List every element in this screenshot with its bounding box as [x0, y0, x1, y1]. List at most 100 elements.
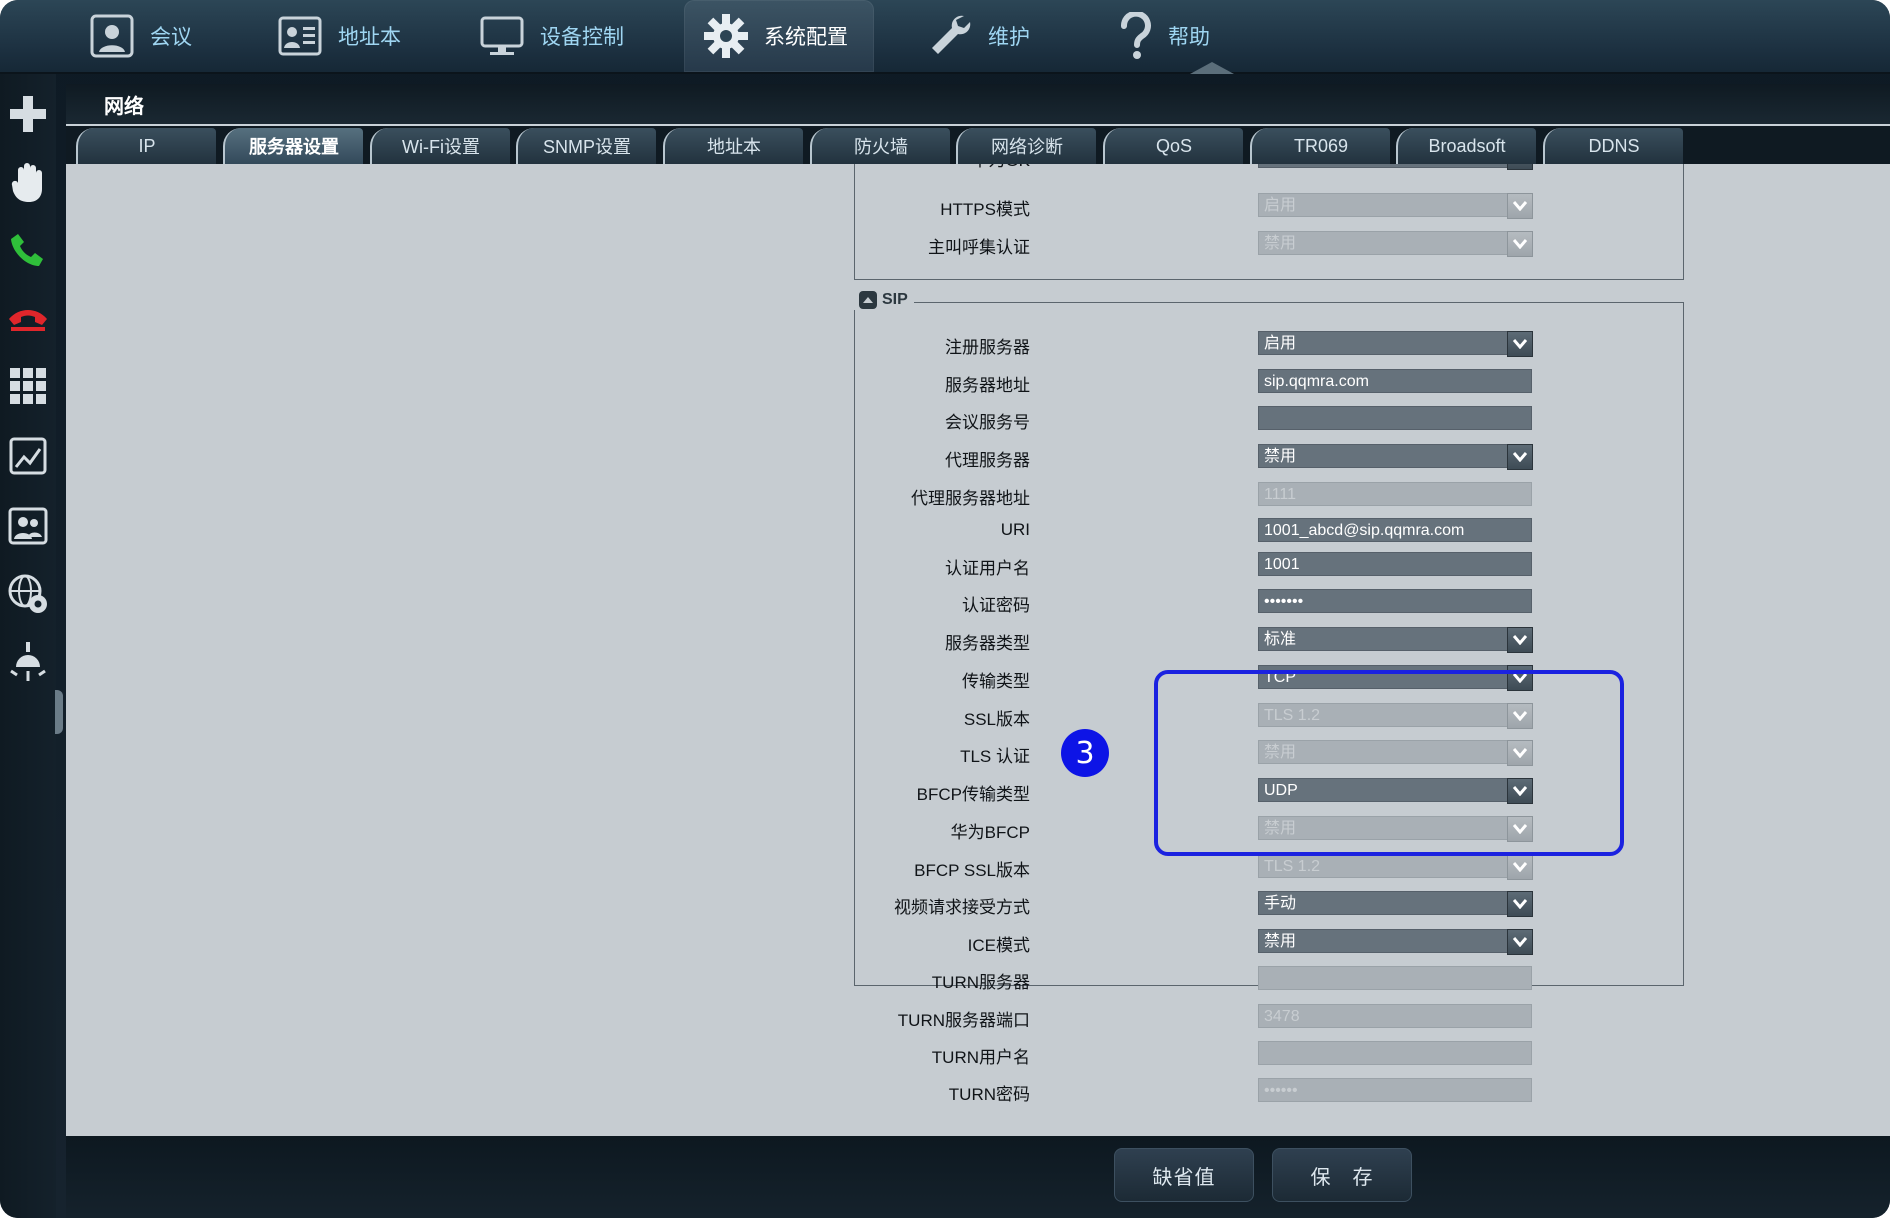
- dropdown-button: [1507, 854, 1533, 880]
- setting-value: sip.qqmra.com: [1264, 373, 1369, 390]
- setting-value: 启用: [1264, 335, 1297, 352]
- tab-tr069[interactable]: TR069: [1250, 128, 1390, 164]
- sidebar-add[interactable]: [6, 92, 50, 136]
- chevron-down-icon: [1513, 201, 1527, 211]
- setting-label: TURN服务器端口: [897, 1011, 1030, 1030]
- grid-icon: [10, 368, 46, 404]
- nav-label: 会议: [150, 26, 192, 49]
- nav-maintenance[interactable]: 维护: [926, 0, 1030, 72]
- setting-value: 禁用: [1264, 164, 1296, 165]
- plus-icon: [10, 96, 46, 132]
- sidebar-collapse-handle[interactable]: [55, 690, 63, 734]
- setting-row: 服务器地址 sip.qqmra.com: [66, 369, 1890, 395]
- setting-label: BFCP SSL版本: [914, 861, 1030, 880]
- sidebar-contacts[interactable]: [6, 504, 50, 548]
- setting-label: TLS 认证: [960, 747, 1030, 766]
- setting-select[interactable]: 启用: [1258, 331, 1533, 357]
- setting-label: ICE模式: [967, 936, 1030, 955]
- dropdown-button[interactable]: [1507, 331, 1533, 357]
- dropdown-button[interactable]: [1507, 929, 1533, 955]
- setting-value: 3478: [1264, 1008, 1300, 1025]
- page-header: 网络: [66, 84, 1890, 124]
- dropdown-button[interactable]: [1507, 444, 1533, 470]
- setting-select: 启用: [1258, 193, 1533, 219]
- dropdown-button[interactable]: [1507, 164, 1533, 170]
- nav-label: 地址本: [338, 26, 401, 49]
- contact-card-icon: [90, 14, 134, 58]
- setting-value: 1111: [1264, 486, 1297, 503]
- setting-input[interactable]: [1258, 406, 1532, 430]
- setting-select[interactable]: 禁用: [1258, 444, 1533, 470]
- setting-select[interactable]: 标准: [1258, 627, 1533, 653]
- default-button[interactable]: 缺省值: [1114, 1148, 1254, 1202]
- globe-settings-icon: [8, 574, 47, 613]
- setting-row: URI 1001_abcd@sip.qqmra.com: [66, 518, 1890, 544]
- sip-legend-label: SIP: [882, 291, 908, 308]
- setting-label: 会议服务号: [945, 413, 1030, 432]
- sidebar-network-settings[interactable]: [6, 572, 50, 616]
- setting-value: ••••••: [1264, 1082, 1298, 1099]
- nav-label: 维护: [988, 26, 1030, 49]
- setting-label: 服务器类型: [945, 634, 1030, 653]
- setting-input: 1111: [1258, 482, 1532, 506]
- sidebar-hand[interactable]: [6, 160, 50, 204]
- top-navigation: 会议 地址本 设备控制 系统配置 维护 帮助: [0, 0, 1890, 74]
- setting-row: 主叫呼集认证 禁用: [66, 231, 1890, 257]
- nav-system-config[interactable]: 系统配置: [684, 0, 874, 72]
- tab-address-book[interactable]: 地址本: [663, 128, 803, 164]
- sidebar-stats[interactable]: [6, 434, 50, 478]
- tab-network-diagnostics[interactable]: 网络诊断: [956, 128, 1096, 164]
- monitor-icon: [480, 16, 524, 55]
- dropdown-button[interactable]: [1507, 627, 1533, 653]
- sip-section-legend[interactable]: SIP: [852, 290, 914, 310]
- tab-snmp[interactable]: SNMP设置: [516, 128, 656, 164]
- setting-label: 代理服务器地址: [911, 489, 1030, 508]
- dropdown-button[interactable]: [1507, 891, 1533, 917]
- nav-device-control[interactable]: 设备控制: [478, 0, 624, 72]
- settings-content[interactable]: SIP 华为GK禁用HTTPS模式启用主叫呼集认证禁用注册服务器启用服务器地址s…: [66, 164, 1890, 1136]
- nav-meeting[interactable]: 会议: [88, 0, 192, 72]
- gear-icon: [704, 14, 748, 58]
- address-book-icon: [278, 16, 322, 56]
- setting-input[interactable]: •••••••: [1258, 589, 1532, 613]
- setting-value: 1001: [1264, 556, 1300, 573]
- setting-row: 视频请求接受方式 手动: [66, 891, 1890, 917]
- setting-input[interactable]: 1001_abcd@sip.qqmra.com: [1258, 518, 1532, 542]
- sidebar-light[interactable]: [6, 640, 50, 684]
- tab-firewall[interactable]: 防火墙: [810, 128, 950, 164]
- setting-row: 注册服务器 启用: [66, 331, 1890, 357]
- tab-ddns[interactable]: DDNS: [1543, 128, 1683, 164]
- lamp-icon: [10, 642, 46, 681]
- chevron-down-icon: [1513, 937, 1527, 947]
- sidebar-layout[interactable]: [6, 364, 50, 408]
- setting-label: URI: [1000, 520, 1030, 539]
- tab-broadsoft[interactable]: Broadsoft: [1396, 128, 1536, 164]
- setting-select[interactable]: 手动: [1258, 891, 1533, 917]
- setting-label: 主叫呼集认证: [928, 238, 1030, 257]
- tab-qos[interactable]: QoS: [1103, 128, 1243, 164]
- setting-input[interactable]: 1001: [1258, 552, 1532, 576]
- setting-input: [1258, 966, 1532, 990]
- setting-row: 会议服务号: [66, 406, 1890, 432]
- sidebar-call[interactable]: [6, 228, 50, 272]
- sidebar-hangup[interactable]: [6, 296, 50, 340]
- nav-address-book[interactable]: 地址本: [276, 0, 401, 72]
- setting-label: BFCP传输类型: [916, 785, 1030, 804]
- save-button[interactable]: 保 存: [1272, 1148, 1412, 1202]
- setting-value: 禁用: [1264, 235, 1297, 252]
- nav-label: 系统配置: [764, 26, 848, 49]
- tab-wifi[interactable]: Wi-Fi设置: [370, 128, 510, 164]
- bottom-action-bar: 缺省值 保 存: [66, 1136, 1890, 1218]
- setting-row: TURN服务器: [66, 966, 1890, 992]
- setting-row: 代理服务器地址 1111: [66, 482, 1890, 508]
- setting-input: [1258, 1041, 1532, 1065]
- setting-input[interactable]: sip.qqmra.com: [1258, 369, 1532, 393]
- setting-input: 3478: [1258, 1004, 1532, 1028]
- nav-label: 帮助: [1168, 26, 1210, 49]
- tab-server-settings[interactable]: 服务器设置: [223, 128, 363, 164]
- wrench-icon: [932, 15, 971, 54]
- tab-ip[interactable]: IP: [76, 128, 216, 164]
- setting-select[interactable]: 禁用: [1258, 929, 1533, 955]
- setting-select[interactable]: 禁用: [1258, 164, 1533, 170]
- setting-row: BFCP SSL版本 TLS 1.2: [66, 854, 1890, 880]
